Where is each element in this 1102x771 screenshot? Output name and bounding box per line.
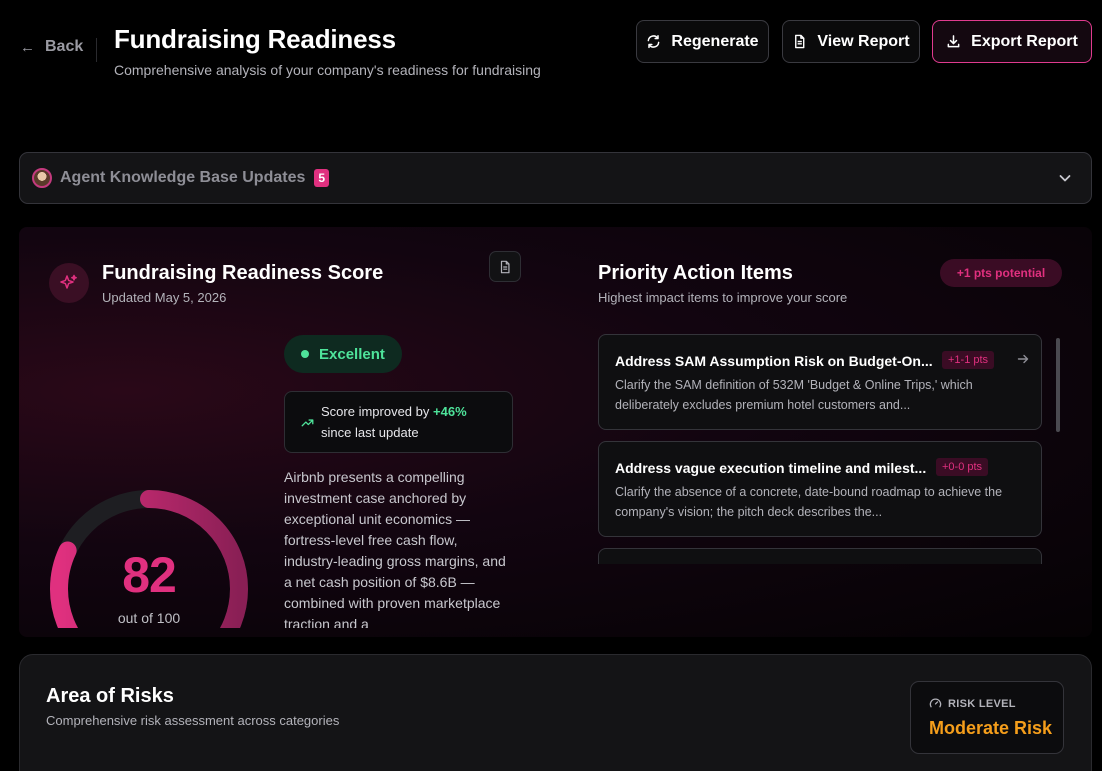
score-value: 82 (122, 547, 177, 603)
trending-up-icon (301, 419, 314, 427)
status-label: Excellent (319, 345, 385, 363)
page-subtitle: Comprehensive analysis of your company's… (114, 62, 541, 78)
document-icon (795, 34, 805, 49)
priority-item-description: Clarify the absence of a concrete, date-… (615, 485, 1003, 519)
sparkles-icon (49, 263, 89, 303)
score-out-of: out of 100 (117, 610, 181, 626)
risk-level-label: RISK LEVEL (948, 697, 1016, 710)
knowledge-base-label: Agent Knowledge Base Updates (60, 169, 306, 186)
export-report-label: Export Report (971, 32, 1078, 50)
priority-item-description: Clarify the SAM definition of 532M 'Budg… (615, 378, 973, 412)
risks-subtitle: Comprehensive risk assessment across cat… (46, 713, 340, 728)
back-button[interactable]: ← Back (20, 38, 83, 56)
priority-item-title: Address SAM Assumption Risk on Budget-On… (615, 353, 933, 369)
priority-item-points: +0-0 pts (936, 458, 989, 476)
improvement-value: +46% (433, 404, 467, 419)
arrow-left-icon: ← (20, 38, 35, 56)
view-report-button[interactable]: View Report (782, 20, 920, 63)
risk-level-box: RISK LEVEL Moderate Risk (910, 681, 1064, 754)
knowledge-base-updates-bar[interactable]: Agent Knowledge Base Updates 5 (19, 152, 1092, 204)
score-updated-date: Updated May 5, 2026 (102, 290, 227, 305)
priority-subtitle: Highest impact items to improve your sco… (598, 290, 848, 305)
gauge-icon (929, 698, 942, 708)
improvement-suffix: since last update (321, 425, 419, 440)
regenerate-label: Regenerate (671, 32, 759, 50)
priority-scrollbar[interactable] (1056, 338, 1060, 432)
score-document-button[interactable] (489, 251, 521, 282)
priority-list[interactable]: Address SAM Assumption Risk on Budget-On… (598, 334, 1043, 564)
risk-level-value: Moderate Risk (929, 718, 1053, 738)
improvement-text: Score improved by +46% (321, 404, 467, 419)
priority-item-title: Address vague execution timeline and mil… (615, 460, 927, 476)
export-report-button[interactable]: Export Report (932, 20, 1092, 63)
back-label: Back (45, 38, 84, 55)
potential-points-badge: +1 pts potential (940, 259, 1062, 287)
risks-title: Area of Risks (46, 685, 174, 707)
arrow-right-icon (1017, 354, 1029, 364)
agent-avatar (32, 168, 52, 188)
score-title: Fundraising Readiness Score (102, 262, 384, 284)
score-summary: Airbnb presents a compelling investment … (284, 469, 506, 628)
download-icon (947, 35, 960, 48)
refresh-icon (648, 34, 660, 49)
fundraising-readiness-page: ← Back Fundraising Readiness Comprehensi… (0, 0, 1102, 771)
regenerate-button[interactable]: Regenerate (636, 20, 769, 63)
priority-item[interactable] (598, 548, 1042, 564)
chevron-down-icon[interactable] (1057, 170, 1073, 186)
document-icon (500, 260, 510, 273)
updates-count-badge: 5 (314, 169, 330, 187)
risk-level-header: RISK LEVEL (929, 697, 1016, 710)
page-title: Fundraising Readiness (114, 24, 396, 54)
improvement-prefix: Score improved by (321, 404, 430, 419)
priority-item[interactable]: Address SAM Assumption Risk on Budget-On… (598, 334, 1042, 430)
priority-title: Priority Action Items (598, 262, 793, 284)
view-report-label: View Report (817, 32, 910, 50)
status-dot (301, 350, 309, 358)
header-divider (96, 38, 97, 62)
priority-item[interactable]: Address vague execution timeline and mil… (598, 441, 1042, 537)
score-improvement-box: Score improved by +46% since last update (284, 391, 513, 453)
status-badge: Excellent (284, 335, 402, 373)
priority-item-points: +1-1 pts (942, 351, 995, 369)
